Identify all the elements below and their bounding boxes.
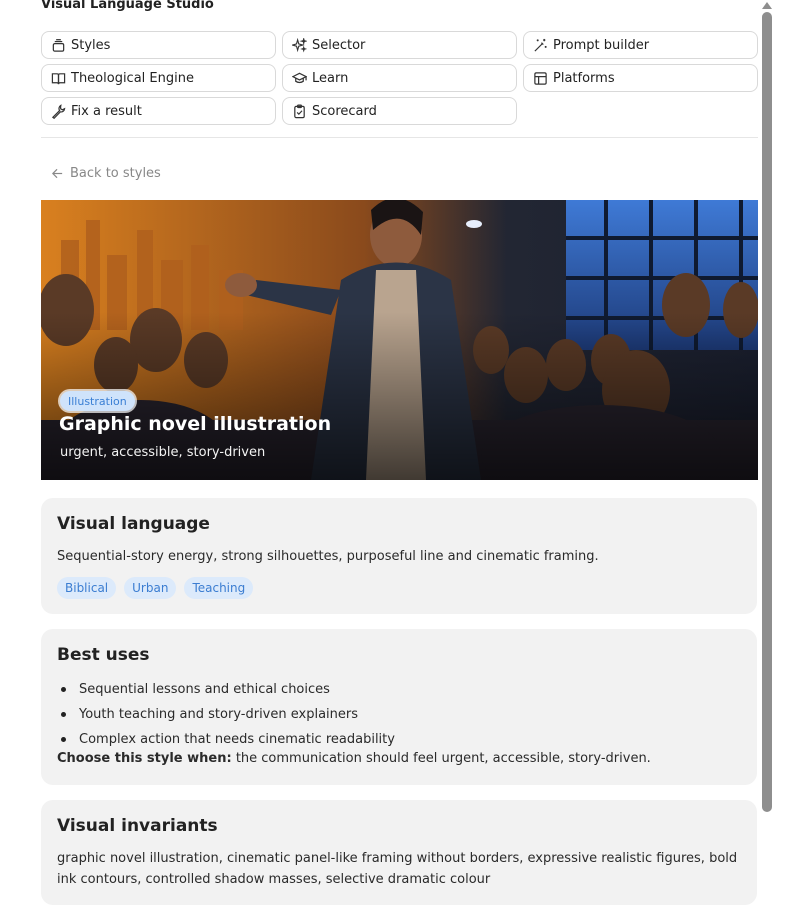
visual-invariants-card: Visual invariants graphic novel illustra… [41,800,757,905]
choose-when-label: Choose this style when: [57,751,232,766]
layout-icon [534,71,547,85]
category-badge: Illustration [60,391,135,411]
nav-selector-button[interactable]: Selector [282,31,517,59]
tag-list: Biblical Urban Teaching [57,577,741,599]
list-item: Sequential lessons and ethical choices [57,677,741,702]
best-uses-card: Best uses Sequential lessons and ethical… [41,629,757,785]
bullet-icon [61,687,66,692]
best-uses-list: Sequential lessons and ethical choices Y… [57,677,741,752]
clipboard-check-icon [294,104,305,118]
visual-language-text: Sequential-story energy, strong silhouet… [57,549,599,564]
arrow-left-icon [52,168,63,179]
bullet-icon [61,737,66,742]
nav-scorecard-button[interactable]: Scorecard [282,97,517,125]
divider [41,137,758,138]
tag-chip[interactable]: Biblical [57,577,117,599]
nav-platforms-label: Platforms [553,70,615,86]
back-to-styles-link[interactable]: Back to styles [51,166,161,181]
list-item-text: Sequential lessons and ethical choices [79,682,330,697]
sparkles-icon [292,37,307,52]
graduation-cap-icon [292,72,307,83]
nav-selector-label: Selector [312,37,366,53]
nav-learn-label: Learn [312,70,349,86]
nav-styles-button[interactable]: Styles [41,31,276,59]
magic-wand-icon [534,38,547,52]
nav-grid: Styles Selector Prompt builder Theologic… [41,31,758,125]
best-uses-heading: Best uses [57,645,150,665]
style-title: Graphic novel illustration [59,413,332,435]
app-title: Visual Language Studio [41,0,214,12]
visual-invariants-heading: Visual invariants [57,816,218,836]
tag-chip[interactable]: Teaching [184,577,254,599]
nav-prompt-builder-label: Prompt builder [553,37,650,53]
nav-fix-a-result-button[interactable]: Fix a result [41,97,276,125]
style-subtitle: urgent, accessible, story-driven [60,445,266,460]
scrollbar-thumb[interactable] [762,12,772,812]
nav-platforms-button[interactable]: Platforms [523,64,758,92]
visual-language-heading: Visual language [57,514,210,534]
visual-invariants-text: graphic novel illustration, cinematic pa… [57,851,738,887]
nav-theological-engine-button[interactable]: Theological Engine [41,64,276,92]
nav-styles-label: Styles [71,37,111,53]
back-to-styles-label: Back to styles [70,166,161,181]
bullet-icon [61,712,66,717]
choose-when-text: Choose this style when: the communicatio… [57,748,741,769]
nav-learn-button[interactable]: Learn [282,64,517,92]
tag-chip[interactable]: Urban [124,577,177,599]
nav-prompt-builder-button[interactable]: Prompt builder [523,31,758,59]
hero-banner: Illustration Graphic novel illustration … [41,200,758,480]
list-item-text: Youth teaching and story-driven explaine… [79,707,359,722]
list-item: Youth teaching and story-driven explaine… [57,702,741,727]
scroll-up-arrow-icon[interactable] [761,0,773,10]
hero-shade [41,200,758,480]
wrench-icon [51,103,66,119]
list-item-text: Complex action that needs cinematic read… [79,732,395,747]
nav-scorecard-label: Scorecard [312,103,377,119]
stack-icon [52,38,65,52]
nav-fix-a-result-label: Fix a result [71,103,142,119]
visual-language-card: Visual language Sequential-story energy,… [41,498,757,614]
book-icon [51,72,66,84]
choose-when-body: the communication should feel urgent, ac… [231,751,651,766]
nav-theological-engine-label: Theological Engine [71,70,194,86]
